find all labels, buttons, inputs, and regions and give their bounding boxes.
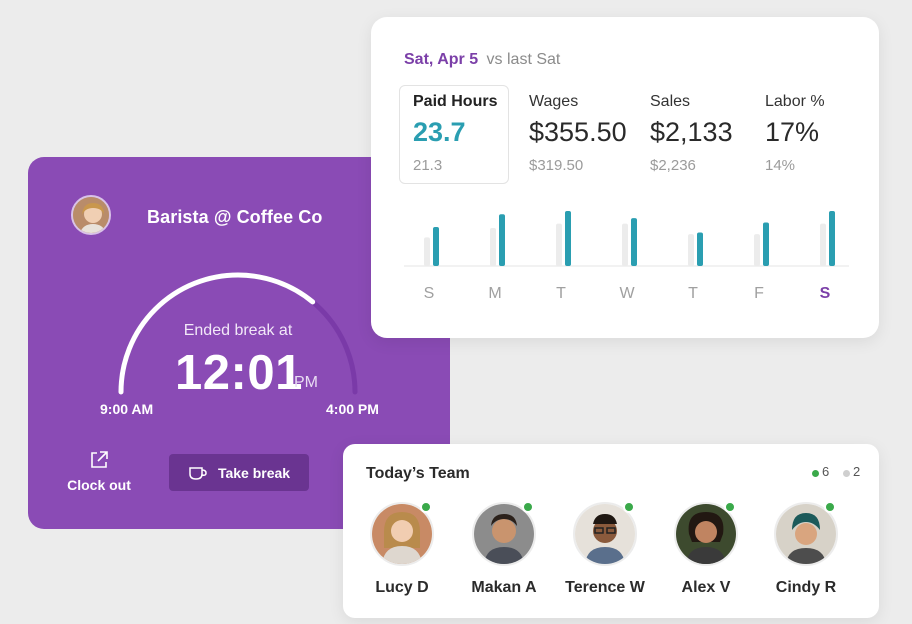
avatar: [472, 501, 536, 566]
online-status-icon: [824, 501, 836, 513]
member-name: Terence W: [565, 579, 645, 596]
previous-bar-3: [622, 223, 628, 266]
coffee-cup-icon: [189, 466, 207, 480]
metric-previous: $2,236: [650, 157, 696, 174]
member-name: Lucy D: [375, 579, 429, 596]
current-bar-1: [499, 214, 505, 266]
current-bar-6: [829, 211, 835, 266]
team-member-lucy[interactable]: Lucy D: [347, 501, 457, 597]
online-count-value: 6: [822, 464, 830, 479]
day-label-2: T: [556, 285, 566, 302]
day-label-1: M: [488, 285, 501, 302]
team-card: Today’s Team 6 2 Lucy D Makan A Terence …: [343, 444, 879, 618]
metric-value: $2,133: [650, 117, 733, 147]
team-member-makan[interactable]: Makan A: [449, 501, 559, 597]
selected-date[interactable]: Sat, Apr 5: [404, 51, 478, 68]
avatar: [774, 501, 838, 566]
metric-paid-hours[interactable]: Paid Hours 23.7 21.3: [413, 93, 497, 174]
metric-previous: $319.50: [529, 157, 584, 174]
current-bar-3: [631, 218, 637, 266]
job-title: Barista @ Coffee Co: [147, 207, 323, 227]
avatar: [674, 501, 738, 566]
take-break-label: Take break: [217, 464, 291, 481]
member-name: Cindy R: [775, 579, 837, 596]
metric-value: 17%: [765, 117, 820, 147]
previous-bar-6: [820, 223, 826, 266]
day-label-6: S: [820, 285, 831, 302]
team-member-terence[interactable]: Terence W: [550, 501, 660, 597]
comparison-label: vs last Sat: [486, 51, 561, 68]
break-end-time: 12:01: [175, 346, 303, 400]
take-break-button[interactable]: Take break: [169, 454, 309, 491]
current-bar-4: [697, 232, 703, 266]
daily-bar-chart: SMTWTFS: [404, 211, 849, 302]
current-bar-2: [565, 211, 571, 266]
offline-count-value: 2: [853, 464, 861, 479]
metric-label: Sales: [650, 93, 691, 110]
metric-label: Labor %: [765, 93, 825, 110]
current-bar-0: [433, 226, 439, 266]
daily-stats-card: Sat, Apr 5 vs last Sat Paid Hours 23.7 2…: [371, 17, 879, 338]
shift-end-time: 4:00 PM: [326, 401, 379, 417]
online-count: 6: [812, 464, 829, 479]
day-label-3: W: [619, 285, 635, 302]
member-name: Alex V: [681, 579, 731, 596]
metric-value: $355.50: [529, 117, 627, 147]
avatar: [71, 195, 111, 235]
online-dot-icon: [812, 470, 819, 477]
team-member-cindy[interactable]: Cindy R: [751, 501, 861, 597]
date-comparison: Sat, Apr 5 vs last Sat: [404, 51, 560, 69]
day-label-4: T: [688, 285, 698, 302]
member-name: Makan A: [471, 579, 537, 596]
previous-bar-5: [754, 234, 760, 266]
online-status-icon: [522, 501, 534, 513]
metric-previous: 14%: [765, 157, 796, 174]
metric-sales[interactable]: Sales $2,133 $2,236: [650, 93, 733, 174]
metric-previous: 21.3: [413, 157, 443, 174]
previous-bar-0: [424, 237, 430, 266]
metric-value: 23.7: [413, 117, 466, 147]
previous-bar-4: [688, 234, 694, 266]
offline-count: 2: [843, 464, 860, 479]
external-link-icon: [91, 451, 108, 468]
avatar: [370, 501, 434, 566]
previous-bar-2: [556, 223, 562, 266]
day-label-5: F: [754, 285, 764, 302]
metric-labor-percent[interactable]: Labor % 17% 14%: [765, 93, 825, 174]
current-bar-5: [763, 222, 769, 266]
previous-bar-1: [490, 228, 496, 266]
avatar: [573, 501, 637, 566]
clock-out-label: Clock out: [67, 477, 131, 493]
team-title: Today’s Team: [366, 465, 470, 482]
online-status-icon: [623, 501, 635, 513]
metric-label: Paid Hours: [413, 93, 498, 110]
offline-dot-icon: [843, 470, 850, 477]
shift-start-time: 9:00 AM: [100, 401, 154, 417]
online-status-icon: [420, 501, 432, 513]
team-member-alex[interactable]: Alex V: [651, 501, 761, 597]
clock-out-button[interactable]: Clock out: [64, 449, 134, 493]
online-status-icon: [724, 501, 736, 513]
metric-wages[interactable]: Wages $355.50 $319.50: [529, 93, 627, 174]
metric-label: Wages: [529, 93, 579, 110]
day-label-0: S: [424, 285, 435, 302]
break-end-ampm: PM: [294, 374, 318, 391]
